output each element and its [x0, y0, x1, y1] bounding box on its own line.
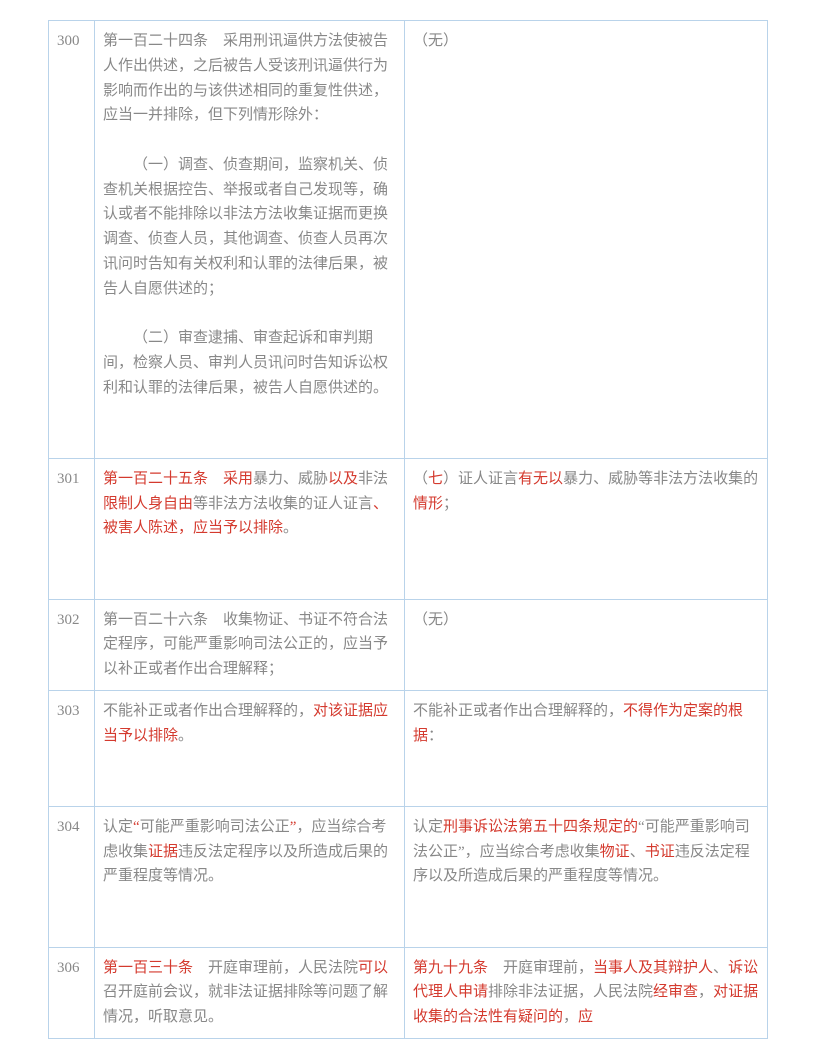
table-row: 300第一百二十四条 采用刑讯逼供方法使被告人作出供述，之后被告人受该刑讯逼供行… — [49, 21, 768, 459]
text: （一）调查、侦查期间，监察机关、侦查机关根据控告、举报或者自己发现等，确认或者不… — [103, 157, 388, 297]
row-number: 306 — [49, 947, 95, 1038]
text: 召开庭前会议，就非法证据排除等问题了解情况，听取意见。 — [103, 984, 388, 1025]
diff-text: “ — [133, 819, 140, 835]
text: （二）审查逮捕、审查起诉和审判期间，检察人员、审判人员讯问时告知诉讼权利和认罪的… — [103, 330, 388, 396]
diff-text: 经审查 — [653, 984, 698, 1000]
diff-text: 刑事诉讼法第五十四条规定的 — [443, 819, 638, 835]
paragraph: 不能补正或者作出合理解释的，不得作为定案的根据： — [413, 699, 759, 749]
text: （无） — [413, 612, 458, 628]
paragraph — [103, 128, 396, 153]
text: ， — [563, 1009, 578, 1025]
paragraph: （一）调查、侦查期间，监察机关、侦查机关根据控告、举报或者自己发现等，确认或者不… — [103, 153, 396, 302]
text: 第一百二十四条 采用刑讯逼供方法使被告人作出供述，之后被告人受该刑讯逼供行为影响… — [103, 33, 388, 123]
paragraph: 第一百二十四条 采用刑讯逼供方法使被告人作出供述，之后被告人受该刑讯逼供行为影响… — [103, 29, 396, 128]
diff-text: 物证 — [600, 844, 630, 860]
diff-text: 第一百三十条 — [103, 960, 193, 976]
paragraph — [103, 566, 396, 591]
diff-text: 七 — [428, 471, 443, 487]
left-cell: 认定“可能严重影响司法公正”，应当综合考虑收集证据违反法定程序以及所造成后果的严… — [95, 806, 405, 947]
diff-text: 限制人身自由 — [103, 496, 193, 512]
paragraph: 第一百二十五条 采用暴力、威胁以及非法限制人身自由等非法方法收集的证人证言、被害… — [103, 467, 396, 541]
right-cell: （七）证人证言有无以暴力、威胁等非法方法收集的情形； — [405, 458, 768, 599]
text: 暴力、威胁等非法方法收集的 — [563, 471, 758, 487]
left-cell: 第一百二十四条 采用刑讯逼供方法使被告人作出供述，之后被告人受该刑讯逼供行为影响… — [95, 21, 405, 459]
text: 开庭审理前， — [488, 960, 593, 976]
text: 认定 — [413, 819, 443, 835]
paragraph: 认定“可能严重影响司法公正”，应当综合考虑收集证据违反法定程序以及所造成后果的严… — [103, 815, 396, 889]
row-number: 300 — [49, 21, 95, 459]
left-cell: 第一百三十条 开庭审理前，人民法院可以召开庭前会议，就非法证据排除等问题了解情况… — [95, 947, 405, 1038]
diff-text: 有无以 — [518, 471, 563, 487]
text: 开庭审理前，人民法院 — [193, 960, 358, 976]
diff-text: 应 — [578, 1009, 593, 1025]
text: 暴力、威胁 — [253, 471, 328, 487]
paragraph — [103, 889, 396, 914]
text: ）证人证言 — [443, 471, 518, 487]
diff-text: 第一百二十五条 采用 — [103, 471, 253, 487]
text: 。 — [283, 520, 298, 536]
text: ， — [698, 984, 713, 1000]
paragraph: （无） — [413, 608, 759, 633]
text: （无） — [413, 33, 458, 49]
text: 不能补正或者作出合理解释的， — [413, 703, 623, 719]
paragraph: （七）证人证言有无以暴力、威胁等非法方法收集的情形； — [413, 467, 759, 517]
text: 不能补正或者作出合理解释的， — [103, 703, 313, 719]
diff-text: 情形 — [413, 496, 443, 512]
text: 认定 — [103, 819, 133, 835]
table-row: 304认定“可能严重影响司法公正”，应当综合考虑收集证据违反法定程序以及所造成后… — [49, 806, 768, 947]
right-cell: （无） — [405, 599, 768, 690]
comparison-table: 300第一百二十四条 采用刑讯逼供方法使被告人作出供述，之后被告人受该刑讯逼供行… — [48, 20, 768, 1039]
diff-text: 可以 — [358, 960, 388, 976]
left-cell: 第一百二十五条 采用暴力、威胁以及非法限制人身自由等非法方法收集的证人证言、被害… — [95, 458, 405, 599]
paragraph — [103, 541, 396, 566]
right-cell: 第九十九条 开庭审理前，当事人及其辩护人、诉讼代理人申请排除非法证据，人民法院经… — [405, 947, 768, 1038]
row-number: 304 — [49, 806, 95, 947]
paragraph: 认定刑事诉讼法第五十四条规定的“可能严重影响司法公正”，应当综合考虑收集物证、书… — [413, 815, 759, 889]
paragraph — [103, 773, 396, 798]
paragraph: 第九十九条 开庭审理前，当事人及其辩护人、诉讼代理人申请排除非法证据，人民法院经… — [413, 956, 759, 1030]
diff-text: 证据 — [148, 844, 178, 860]
left-cell: 不能补正或者作出合理解释的，对该证据应当予以排除。 — [95, 690, 405, 806]
row-number: 303 — [49, 690, 95, 806]
text: 等非法方法收集的证人证言 — [193, 496, 373, 512]
right-cell: 不能补正或者作出合理解释的，不得作为定案的根据： — [405, 690, 768, 806]
text: 、 — [713, 960, 728, 976]
text: 第一百二十六条 收集物证、书证不符合法定程序，可能严重影响司法公正的，应当予以补… — [103, 612, 388, 678]
text: （ — [413, 471, 428, 487]
text: 。 — [178, 728, 193, 744]
diff-text: 书证 — [645, 844, 675, 860]
right-cell: （无） — [405, 21, 768, 459]
right-cell: 认定刑事诉讼法第五十四条规定的“可能严重影响司法公正”，应当综合考虑收集物证、书… — [405, 806, 768, 947]
diff-text: 第九十九条 — [413, 960, 488, 976]
paragraph: （二）审查逮捕、审查起诉和审判期间，检察人员、审判人员讯问时告知诉讼权利和认罪的… — [103, 326, 396, 400]
diff-text: 以及 — [328, 471, 358, 487]
paragraph — [103, 425, 396, 450]
paragraph: 不能补正或者作出合理解释的，对该证据应当予以排除。 — [103, 699, 396, 749]
table-row: 303不能补正或者作出合理解释的，对该证据应当予以排除。 不能补正或者作出合理解… — [49, 690, 768, 806]
text: 可能严重影响司法公正 — [140, 819, 290, 835]
text: 排除非法证据，人民法院 — [488, 984, 653, 1000]
paragraph — [103, 400, 396, 425]
paragraph — [103, 748, 396, 773]
page: 300第一百二十四条 采用刑讯逼供方法使被告人作出供述，之后被告人受该刑讯逼供行… — [0, 0, 816, 1059]
paragraph — [103, 914, 396, 939]
paragraph: 第一百三十条 开庭审理前，人民法院可以召开庭前会议，就非法证据排除等问题了解情况… — [103, 956, 396, 1030]
row-number: 302 — [49, 599, 95, 690]
table-row: 302第一百二十六条 收集物证、书证不符合法定程序，可能严重影响司法公正的，应当… — [49, 599, 768, 690]
text: 非法 — [358, 471, 388, 487]
row-number: 301 — [49, 458, 95, 599]
text: ； — [443, 496, 458, 512]
paragraph: 第一百二十六条 收集物证、书证不符合法定程序，可能严重影响司法公正的，应当予以补… — [103, 608, 396, 682]
paragraph — [103, 301, 396, 326]
text: 、 — [630, 844, 645, 860]
table-row: 301 第一百二十五条 采用暴力、威胁以及非法限制人身自由等非法方法收集的证人证言… — [49, 458, 768, 599]
diff-text: 当事人及其辩护人 — [593, 960, 713, 976]
left-cell: 第一百二十六条 收集物证、书证不符合法定程序，可能严重影响司法公正的，应当予以补… — [95, 599, 405, 690]
text: ： — [428, 728, 443, 744]
table-row: 306第一百三十条 开庭审理前，人民法院可以召开庭前会议，就非法证据排除等问题了… — [49, 947, 768, 1038]
paragraph: （无） — [413, 29, 759, 54]
